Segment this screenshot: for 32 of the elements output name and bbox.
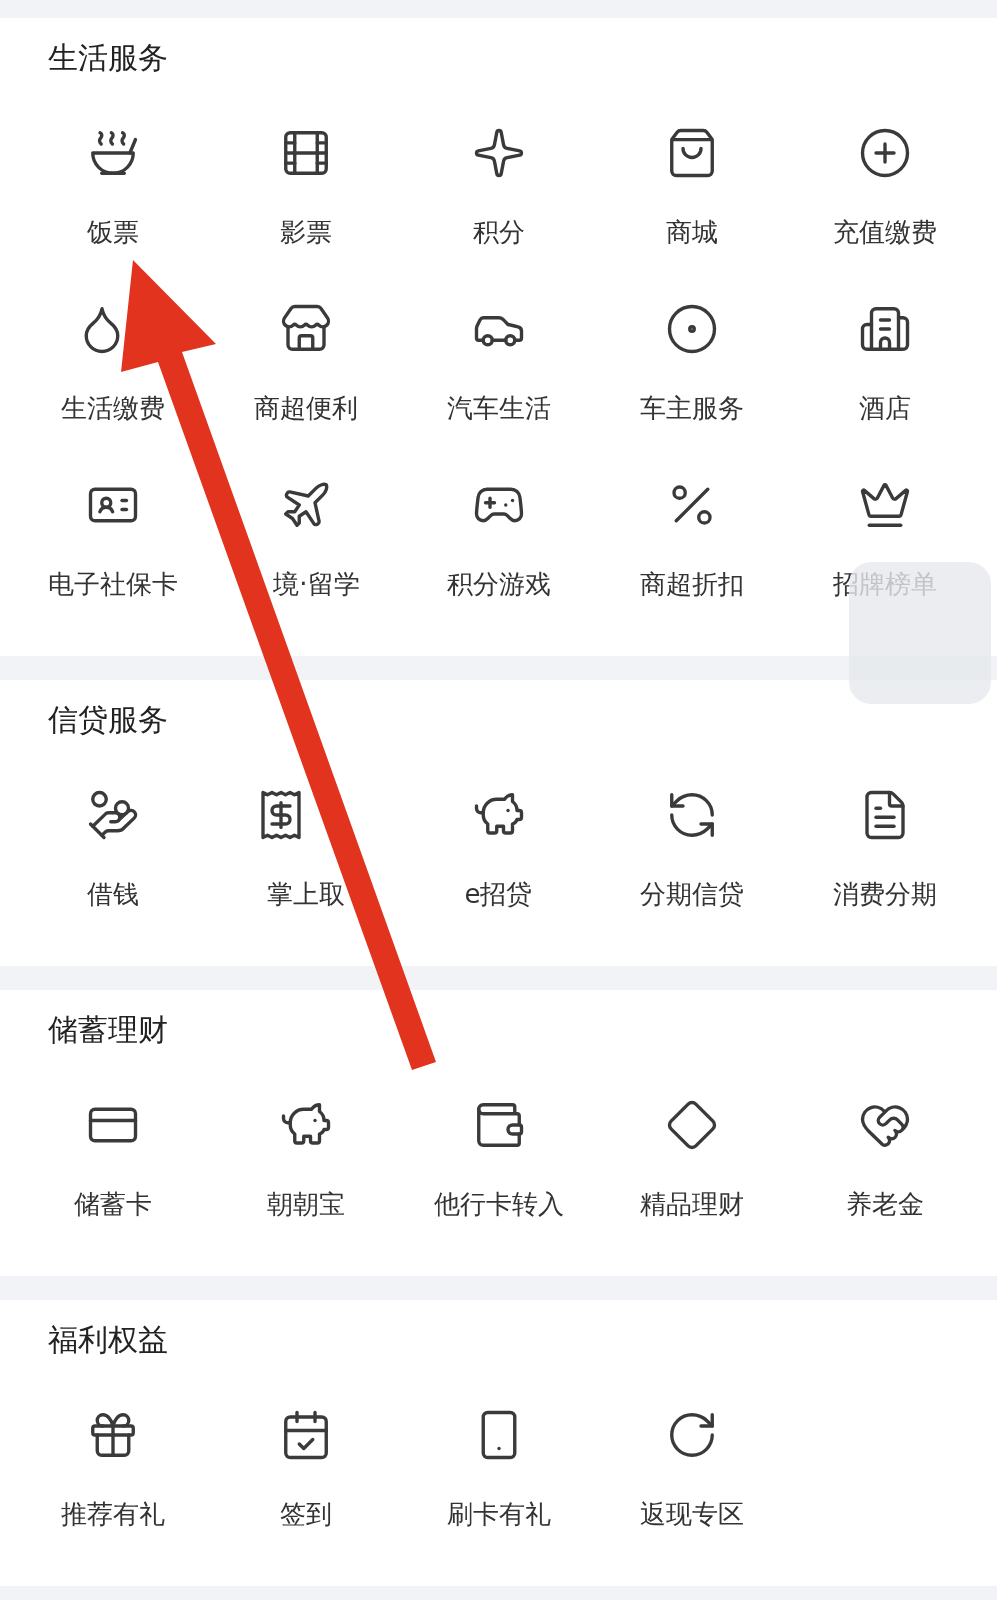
service-label[interactable]: 推荐有礼	[60, 1496, 165, 1532]
service-label[interactable]: 养老金	[845, 1186, 924, 1222]
service-label[interactable]: 影票	[279, 214, 332, 250]
service-label[interactable]: 饭票	[86, 214, 139, 250]
service-label[interactable]: 车主服务	[639, 390, 744, 426]
service-label[interactable]: 朝朝宝	[266, 1186, 345, 1222]
service-label[interactable]: 掌上取	[266, 876, 345, 912]
service-label[interactable]: 精品理财	[639, 1186, 744, 1222]
service-label[interactable]: 商超折扣	[639, 566, 744, 602]
service-label[interactable]: 汽车生活	[446, 390, 551, 426]
service-label[interactable]: 积分	[472, 214, 525, 250]
service-label[interactable]: 生活缴费	[60, 390, 165, 426]
service-label[interactable]: 酒店	[858, 390, 911, 426]
service-label[interactable]: 刷卡有礼	[446, 1496, 551, 1532]
service-label[interactable]: 储蓄卡	[73, 1186, 152, 1222]
service-label[interactable]: 消费分期	[832, 876, 937, 912]
service-label[interactable]: 借钱	[86, 876, 139, 912]
service-label[interactable]: 充值缴费	[832, 214, 937, 250]
section-title: 信贷服务	[48, 701, 168, 739]
service-label[interactable]: e招贷	[464, 876, 533, 912]
service-label[interactable]: 积分游戏	[446, 566, 551, 602]
service-label[interactable]: 商超便利	[253, 390, 358, 426]
section-title: 储蓄理财	[48, 1011, 168, 1049]
service-label[interactable]: 他行卡转入	[433, 1186, 564, 1222]
service-label[interactable]: 境·留学	[273, 566, 360, 602]
service-label[interactable]: 商城	[665, 214, 718, 250]
section-title: 生活服务	[48, 39, 168, 77]
service-label[interactable]: 分期信贷	[639, 876, 744, 912]
service-label[interactable]: 签到	[279, 1496, 332, 1532]
service-label[interactable]: 返现专区	[639, 1496, 744, 1532]
section-title: 福利权益	[48, 1321, 168, 1359]
service-label[interactable]: 电子社保卡	[47, 566, 178, 602]
